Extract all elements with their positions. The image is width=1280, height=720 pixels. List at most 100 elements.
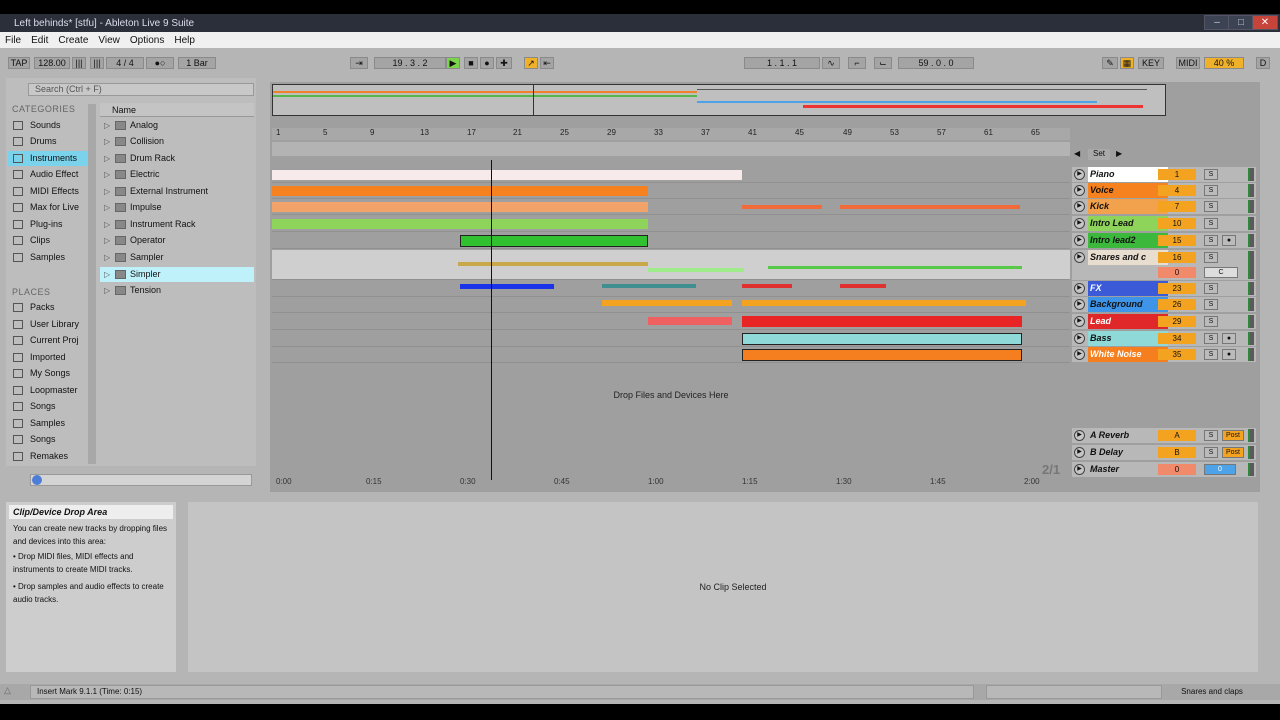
category-instruments[interactable]: Instruments [8,151,88,166]
prev-locator-icon[interactable]: ◀ [1074,149,1080,158]
track-snares-and-claps[interactable]: ▶ Snares and c 16 S 0 C [1072,250,1256,280]
browser-name-column-header[interactable]: Name [100,103,254,117]
place-imported[interactable]: Imported [8,350,88,365]
solo-button[interactable]: S [1204,201,1218,212]
browser-item-drum-rack[interactable]: ▷ Drum Rack [100,151,254,166]
category-samples[interactable]: Samples [8,250,88,265]
play-icon[interactable]: ▶ [1074,430,1085,441]
browser-item-tension[interactable]: ▷ Tension [100,283,254,298]
browser-item-electric[interactable]: ▷ Electric [100,167,254,182]
browser-item-sampler[interactable]: ▷ Sampler [100,250,254,265]
pan-field[interactable]: C [1204,267,1238,278]
follow-icon[interactable]: ⇥ [350,57,368,69]
solo-button[interactable]: S [1204,299,1218,310]
browser-item-operator[interactable]: ▷ Operator [100,233,254,248]
volume-field[interactable]: 0 [1158,267,1196,278]
browser-categories-scrollbar[interactable] [88,104,96,464]
next-locator-icon[interactable]: ▶ [1116,149,1122,158]
lane-kick[interactable] [272,199,1070,215]
play-icon[interactable]: ▶ [1074,316,1085,327]
category-audio-effects[interactable]: Audio Effect [8,167,88,182]
browser-preview-bar[interactable] [30,474,252,486]
track-background[interactable]: ▶ Background 26 S [1072,297,1256,312]
category-midi-effects[interactable]: MIDI Effects [8,184,88,199]
lane-lead[interactable] [272,314,1070,330]
play-icon[interactable]: ▶ [1074,447,1085,458]
detail-view[interactable]: No Clip Selected [188,502,1258,672]
menu-create[interactable]: Create [53,35,93,46]
arrangement-overview[interactable] [272,84,1166,116]
track-intro-lead[interactable]: ▶ Intro Lead 10 S [1072,216,1256,231]
solo-button[interactable]: S [1204,252,1218,263]
place-songs[interactable]: Songs [8,399,88,414]
metronome-icon[interactable]: ||| [72,57,86,69]
place-my-songs[interactable]: My Songs [8,366,88,381]
place-user-library[interactable]: User Library [8,317,88,332]
track-lead[interactable]: ▶ Lead 29 S [1072,314,1256,329]
lane-voice[interactable] [272,183,1070,199]
punch-out-icon[interactable]: ⌙ [874,57,892,69]
place-packs[interactable]: Packs [8,300,88,315]
track-intro-lead2[interactable]: ▶ Intro lead2 15 S ● [1072,233,1256,248]
browser-search-input[interactable]: Search (Ctrl + F) [28,83,254,96]
play-icon[interactable]: ▶ [1074,333,1085,344]
play-icon[interactable]: ▶ [1074,299,1085,310]
master-pan-field[interactable]: 0 [1204,464,1236,475]
stop-icon[interactable]: ■ [464,57,478,69]
play-icon[interactable]: ▶ [1074,185,1085,196]
track-fx[interactable]: ▶ FX 23 S [1072,281,1256,296]
solo-button[interactable]: S [1204,349,1218,360]
solo-button[interactable]: S [1204,316,1218,327]
browser-item-impulse[interactable]: ▷ Impulse [100,200,254,215]
track-b-delay[interactable]: ▶ B Delay B S Post [1072,445,1256,460]
selected-track-name[interactable]: Snares and claps [1166,685,1258,699]
browser-item-collision[interactable]: ▷ Collision [100,134,254,149]
play-icon[interactable]: ▶ [1074,218,1085,229]
play-icon[interactable]: ▶ [1074,349,1085,360]
solo-button[interactable]: S [1204,447,1218,458]
quantize-select[interactable]: 1 Bar [178,57,216,69]
category-max-for-live[interactable]: Max for Live [8,200,88,215]
close-button[interactable]: ✕ [1252,15,1278,30]
minimize-button[interactable]: – [1204,15,1230,30]
set-locator-button[interactable]: Set [1088,149,1110,160]
key-map-button[interactable]: KEY [1138,57,1164,69]
menu-edit[interactable]: Edit [26,35,53,46]
lane-bass[interactable] [272,331,1070,347]
midi-map-button[interactable]: MIDI [1176,57,1200,69]
browser-item-analog[interactable]: ▷ Analog [100,118,254,133]
tempo-field[interactable]: 128.00 [34,57,70,69]
back-to-arrangement-icon[interactable]: ⇤ [540,57,554,69]
lane-white-noise[interactable] [272,347,1070,363]
punch-in-icon[interactable]: ⌐ [848,57,866,69]
track-kick[interactable]: ▶ Kick 7 S [1072,199,1256,214]
play-icon[interactable]: ▶ [1074,169,1085,180]
solo-button[interactable]: S [1204,235,1218,246]
maximize-button[interactable]: □ [1228,15,1254,30]
browser-item-external-instrument[interactable]: ▷ External Instrument [100,184,254,199]
browser-item-simpler[interactable]: ▷ Simpler [100,267,254,282]
lane-intro-lead[interactable] [272,216,1070,232]
solo-button[interactable]: S [1204,430,1218,441]
track-piano[interactable]: ▶ Piano 1 S [1072,167,1256,182]
play-icon[interactable]: ▶ [446,57,460,69]
nudge-icon[interactable]: ||| [90,57,104,69]
play-icon[interactable]: ▶ [1074,464,1085,475]
menu-file[interactable]: File [0,35,26,46]
loop-start-field[interactable]: 1 . 1 . 1 [744,57,820,69]
tap-tempo-button[interactable]: TAP [8,57,30,69]
track-a-reverb[interactable]: ▶ A Reverb A S Post [1072,428,1256,443]
preview-icon[interactable] [32,475,42,485]
lane-intro-lead2[interactable] [272,233,1070,249]
track-voice[interactable]: ▶ Voice 4 S [1072,183,1256,198]
menu-options[interactable]: Options [125,35,169,46]
post-button[interactable]: Post [1222,447,1244,458]
automation-arm-icon[interactable]: ↗ [524,57,538,69]
session-record-icon[interactable]: ✚ [496,57,512,69]
solo-button[interactable]: S [1204,169,1218,180]
solo-button[interactable]: S [1204,185,1218,196]
time-signature-field[interactable]: 4 / 4 [106,57,144,69]
solo-button[interactable]: S [1204,283,1218,294]
loop-length-field[interactable]: 59 . 0 . 0 [898,57,974,69]
track-bass[interactable]: ▶ Bass 34 S ● [1072,331,1256,346]
